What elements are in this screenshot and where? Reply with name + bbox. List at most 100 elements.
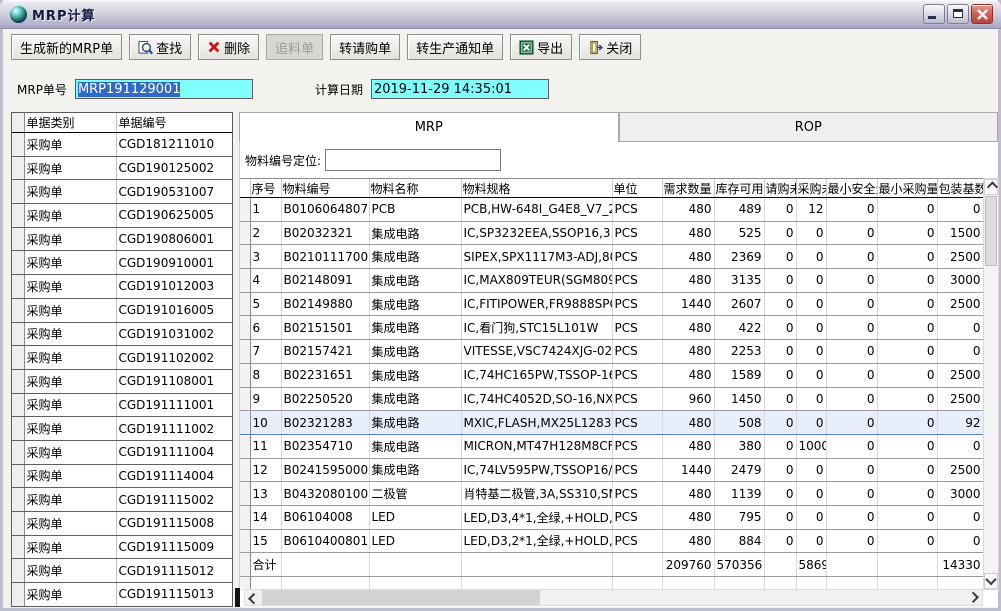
cell-pack-base[interactable]: 0 xyxy=(937,198,983,222)
row-selector[interactable] xyxy=(240,316,250,340)
cell-purch-pending[interactable]: 0 xyxy=(796,221,826,245)
row-selector[interactable] xyxy=(240,434,250,458)
order-type[interactable]: 采购单 xyxy=(24,251,116,275)
order-no[interactable]: CGD190531007 xyxy=(116,180,232,204)
cell-name[interactable]: 集成电路 xyxy=(369,363,461,387)
cell-demand[interactable]: 480 xyxy=(662,340,714,364)
cell-unit[interactable]: PCS xyxy=(612,458,662,482)
cell-available[interactable]: 489 xyxy=(714,198,764,222)
delete-button[interactable]: 删除 xyxy=(198,34,259,60)
order-no[interactable]: CGD191102002 xyxy=(116,346,232,370)
col-header-order-no[interactable]: 单据编号 xyxy=(116,113,232,133)
cell-demand[interactable]: 480 xyxy=(662,269,714,293)
cell-spec[interactable]: MXIC,FLASH,MX25L12835F xyxy=(461,411,612,435)
cell-name[interactable]: 二极管 xyxy=(369,482,461,506)
cell-purch-pending[interactable]: 0 xyxy=(796,363,826,387)
order-type[interactable]: 采购单 xyxy=(24,488,116,512)
cell-spec[interactable]: LED,D3,2*1,全绿,+HOLD,D xyxy=(461,529,612,553)
cell-pack-base[interactable]: 2500 xyxy=(937,245,983,269)
cell-min-purchase[interactable]: 0 xyxy=(877,482,937,506)
cell-min-purchase[interactable]: 0 xyxy=(877,316,937,340)
cell-min-purchase[interactable]: 0 xyxy=(877,458,937,482)
row-selector[interactable] xyxy=(12,133,24,157)
to-purchase-request-button[interactable]: 转请购单 xyxy=(330,34,400,60)
cell-pack-base[interactable]: 0 xyxy=(937,434,983,458)
cell-min-purchase[interactable]: 0 xyxy=(877,411,937,435)
close-button[interactable] xyxy=(971,4,993,24)
cell-demand[interactable]: 480 xyxy=(662,363,714,387)
order-row[interactable]: 采购单CGD181211010 xyxy=(12,133,232,157)
cell-available[interactable]: 2479 xyxy=(714,458,764,482)
cell-min-safety[interactable]: 0 xyxy=(826,316,877,340)
cell-available[interactable]: 3135 xyxy=(714,269,764,293)
cell-demand[interactable]: 480 xyxy=(662,221,714,245)
cell-req-pending[interactable]: 0 xyxy=(764,292,796,316)
cell-min-safety[interactable]: 0 xyxy=(826,387,877,411)
cell-req-pending[interactable]: 0 xyxy=(764,434,796,458)
row-selector[interactable] xyxy=(240,458,250,482)
cell-name[interactable]: 集成电路 xyxy=(369,340,461,364)
cell-available[interactable]: 380 xyxy=(714,434,764,458)
cell-purch-pending[interactable]: 0 xyxy=(796,340,826,364)
cell-min-purchase[interactable]: 0 xyxy=(877,363,937,387)
order-no[interactable]: CGD190806001 xyxy=(116,227,232,251)
cell-available[interactable]: 1589 xyxy=(714,363,764,387)
cell-req-pending[interactable]: 0 xyxy=(764,363,796,387)
order-type[interactable]: 采购单 xyxy=(24,275,116,299)
cell-purch-pending[interactable]: 0 xyxy=(796,245,826,269)
order-type[interactable]: 采购单 xyxy=(24,298,116,322)
col-header-seq[interactable]: 序号 xyxy=(250,179,281,198)
cell-code[interactable]: B06104008 xyxy=(281,505,369,529)
row-selector[interactable] xyxy=(12,512,24,536)
mrp-row[interactable]: 6B02151501集成电路IC,看门狗,STC15L101WPCS480422… xyxy=(240,316,983,340)
cell-min-purchase[interactable]: 0 xyxy=(877,269,937,293)
order-row[interactable]: 采购单CGD191102002 xyxy=(12,346,232,370)
cell-seq[interactable]: 8 xyxy=(250,363,281,387)
cell-code[interactable]: B02149880 xyxy=(281,292,369,316)
row-selector[interactable] xyxy=(240,221,250,245)
cell-unit[interactable]: PCS xyxy=(612,316,662,340)
cell-min-safety[interactable]: 0 xyxy=(826,529,877,553)
cell-unit[interactable]: PCS xyxy=(612,387,662,411)
cell-name[interactable]: LED xyxy=(369,505,461,529)
cell-pack-base[interactable]: 3000 xyxy=(937,482,983,506)
cell-name[interactable]: 集成电路 xyxy=(369,434,461,458)
cell-req-pending[interactable]: 0 xyxy=(764,529,796,553)
order-type[interactable]: 采购单 xyxy=(24,346,116,370)
cell-unit[interactable]: PCS xyxy=(612,292,662,316)
cell-seq[interactable]: 9 xyxy=(250,387,281,411)
cell-code[interactable]: B02231651 xyxy=(281,363,369,387)
cell-name[interactable]: 集成电路 xyxy=(369,387,461,411)
order-type[interactable]: 采购单 xyxy=(24,369,116,393)
cell-min-purchase[interactable]: 0 xyxy=(877,221,937,245)
order-type[interactable]: 采购单 xyxy=(24,227,116,251)
col-header-available[interactable]: 库存可用量 xyxy=(714,179,764,198)
minimize-button[interactable] xyxy=(923,4,945,24)
cell-code[interactable]: B0241595000 xyxy=(281,458,369,482)
cell-min-purchase[interactable]: 0 xyxy=(877,292,937,316)
cell-unit[interactable]: PCS xyxy=(612,482,662,506)
col-header-unit[interactable]: 单位 xyxy=(612,179,662,198)
cell-seq[interactable]: 1 xyxy=(250,198,281,222)
order-type[interactable]: 采购单 xyxy=(24,535,116,559)
cell-pack-base[interactable]: 1500 xyxy=(937,221,983,245)
order-type[interactable]: 采购单 xyxy=(24,133,116,157)
cell-purch-pending[interactable]: 0 xyxy=(796,387,826,411)
cell-code[interactable]: B0106064807 xyxy=(281,198,369,222)
cell-unit[interactable]: PCS xyxy=(612,198,662,222)
cell-code[interactable]: B02032321 xyxy=(281,221,369,245)
row-selector[interactable] xyxy=(12,417,24,441)
cell-min-safety[interactable]: 0 xyxy=(826,292,877,316)
order-type[interactable]: 采购单 xyxy=(24,417,116,441)
order-row[interactable]: 采购单CGD191031002 xyxy=(12,322,232,346)
cell-spec[interactable]: IC,看门狗,STC15L101W xyxy=(461,316,612,340)
order-type[interactable]: 采购单 xyxy=(24,583,116,607)
horizontal-scroll-thumb[interactable] xyxy=(262,590,540,605)
order-no[interactable]: CGD191016005 xyxy=(116,298,232,322)
search-button[interactable]: 查找 xyxy=(129,34,191,60)
mrp-row[interactable]: 15B0610400801LEDLED,D3,2*1,全绿,+HOLD,DPCS… xyxy=(240,529,983,553)
cell-min-purchase[interactable]: 0 xyxy=(877,505,937,529)
cell-unit[interactable]: PCS xyxy=(612,340,662,364)
mrp-row[interactable]: 4B02148091集成电路IC,MAX809TEUR(SGM809-PCS48… xyxy=(240,269,983,293)
cell-min-purchase[interactable]: 0 xyxy=(877,434,937,458)
